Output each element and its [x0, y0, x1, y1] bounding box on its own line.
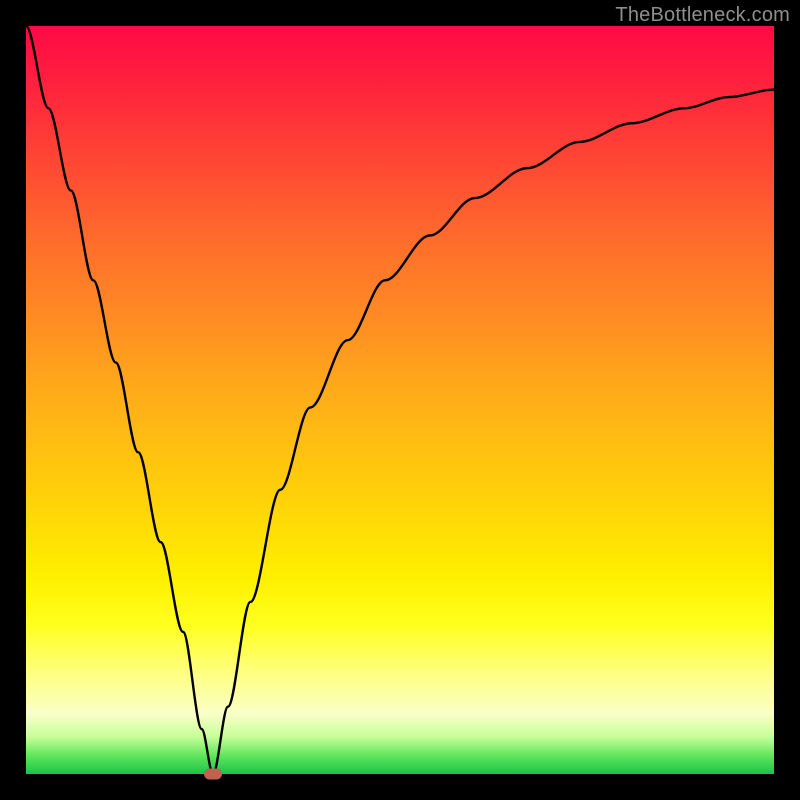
chart-frame: TheBottleneck.com [0, 0, 800, 800]
watermark-text: TheBottleneck.com [615, 4, 790, 27]
bottleneck-curve [26, 26, 774, 774]
plot-area [26, 26, 774, 774]
min-marker-icon [204, 769, 222, 780]
